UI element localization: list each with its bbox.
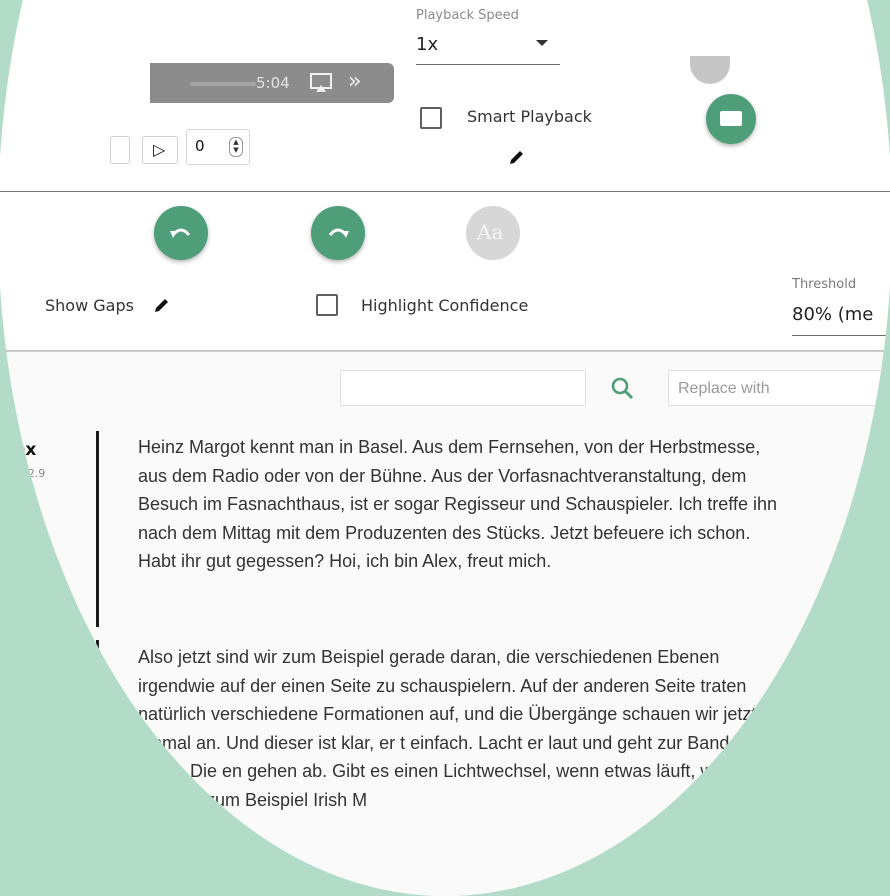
undo-button[interactable] — [154, 206, 208, 260]
speaker-name[interactable]: lex — [8, 440, 36, 460]
keyboard-shortcuts-button[interactable] — [706, 94, 756, 144]
skip-next-icon: ▷ — [153, 140, 166, 159]
show-gaps-label: Show Gaps — [45, 296, 134, 315]
find-input[interactable] — [340, 370, 586, 406]
progress-track[interactable] — [190, 82, 256, 86]
paragraph-marker — [96, 431, 99, 627]
pencil-icon[interactable] — [153, 296, 171, 314]
smart-playback-checkbox[interactable] — [420, 107, 442, 129]
chevron-down-icon — [536, 40, 548, 46]
redo-icon — [328, 228, 349, 238]
circular-viewport: 5:04 ›› ▷ 0 ▲ ▼ Playback Speed 1x Smart P… — [0, 0, 890, 896]
font-size-button[interactable]: Aa — [466, 206, 520, 260]
replace-input[interactable]: Replace with — [668, 370, 890, 406]
keyboard-icon — [720, 111, 742, 126]
media-player: 5:04 ›› — [150, 63, 394, 103]
playback-speed-value: 1x — [416, 34, 439, 55]
player-time: 5:04 — [256, 74, 290, 92]
threshold-label: Threshold — [792, 277, 857, 292]
pencil-icon[interactable] — [508, 148, 526, 166]
transcript-paragraph[interactable]: Also jetzt sind wir zum Beispiel gerade … — [138, 643, 778, 814]
paragraph-marker — [96, 640, 99, 720]
frame-input[interactable]: 0 ▲ ▼ — [186, 129, 250, 165]
transcript-paragraph[interactable]: Heinz Margot kennt man in Basel. Aus dem… — [138, 433, 778, 576]
threshold-underline — [792, 335, 890, 336]
speaker-timestamp: 1:02.9 — [10, 467, 46, 480]
font-icon: Aa — [477, 220, 504, 244]
previous-button[interactable] — [110, 136, 130, 164]
playback-speed-label: Playback Speed — [416, 8, 519, 23]
search-icon[interactable] — [610, 376, 634, 400]
playback-speed-select[interactable]: 1x — [416, 32, 560, 65]
frame-input-value: 0 — [195, 137, 205, 155]
editor-toolbar: Aa — [0, 192, 890, 350]
playback-panel: 5:04 ›› ▷ 0 ▲ ▼ Playback Speed 1x Smart P… — [0, 0, 890, 192]
next-frame-button[interactable]: ▷ — [142, 136, 178, 164]
highlight-confidence-checkbox[interactable] — [316, 294, 338, 316]
fast-forward-icon[interactable]: ›› — [348, 69, 361, 94]
redo-button[interactable] — [311, 206, 365, 260]
cast-icon[interactable] — [310, 73, 332, 93]
undo-icon — [170, 228, 191, 238]
partial-button — [690, 56, 730, 84]
spinner-icon[interactable]: ▲ ▼ — [229, 137, 243, 157]
smart-playback-label: Smart Playback — [467, 107, 592, 126]
highlight-confidence-label: Highlight Confidence — [361, 296, 529, 315]
threshold-select[interactable]: 80% (me — [792, 304, 873, 325]
